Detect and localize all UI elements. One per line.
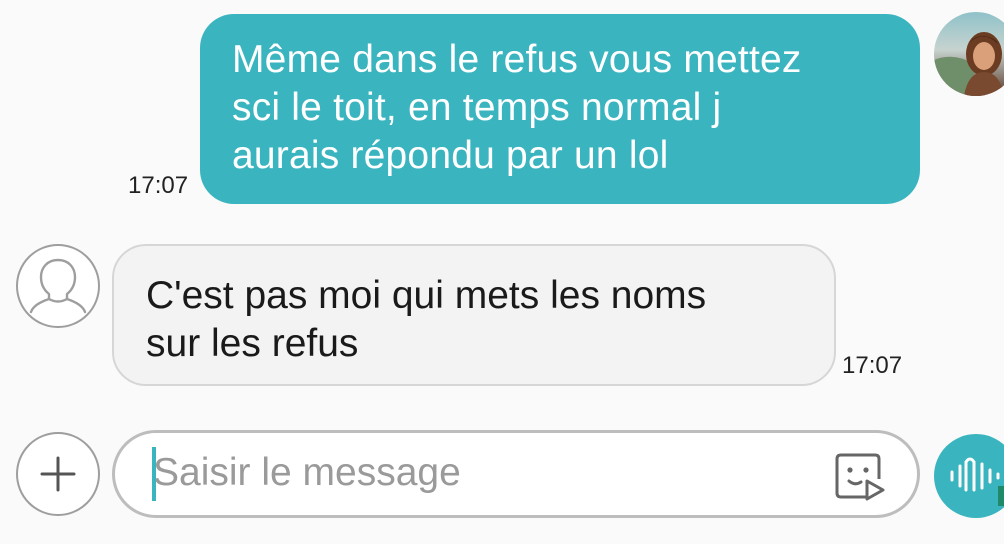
outgoing-message-bubble[interactable]: Même dans le refus vous mettez sci le to… (200, 14, 920, 204)
voice-wave-icon (950, 457, 1004, 506)
voice-message-button[interactable] (934, 434, 1004, 518)
message-text-line: aurais répondu par un lol (232, 134, 669, 177)
message-text-line: sci le toit, en temps normal j (232, 86, 722, 129)
plus-icon (40, 456, 76, 492)
sticker-button[interactable] (833, 451, 887, 501)
message-text-line: C'est pas moi qui mets les noms (146, 274, 707, 317)
message-text-line: sur les refus (146, 322, 359, 365)
person-placeholder-icon (29, 258, 87, 314)
outgoing-message-timestamp: 17:07 (128, 172, 189, 199)
message-input-container[interactable] (112, 430, 920, 518)
user-avatar-photo (934, 12, 1004, 96)
text-cursor (152, 447, 156, 501)
message-input[interactable] (151, 443, 793, 503)
incoming-message-bubble[interactable]: C'est pas moi qui mets les noms sur les … (112, 244, 836, 386)
conversation-area: Même dans le refus vous mettez sci le to… (0, 0, 1004, 420)
add-attachment-button[interactable] (16, 432, 100, 516)
message-text-line: Même dans le refus vous mettez (232, 38, 802, 81)
contact-avatar[interactable] (16, 244, 100, 328)
user-avatar[interactable] (934, 12, 1004, 96)
incoming-message-timestamp: 17:07 (842, 352, 903, 379)
sticker-icon (835, 453, 885, 501)
